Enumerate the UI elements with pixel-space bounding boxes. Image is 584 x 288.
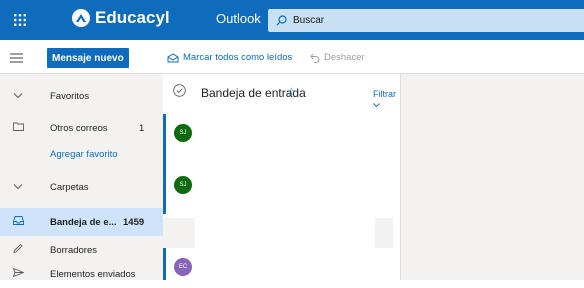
unread-count: 1459 (123, 216, 145, 228)
chevron-down-icon (13, 91, 23, 102)
star-icon[interactable]: ☆ (286, 85, 297, 99)
add-favorite-link[interactable]: Agregar favorito (0, 140, 163, 168)
folder-label: Bandeja de e... (50, 216, 117, 228)
folder-pane: Favoritos Otros correos 1 Agregar favori… (0, 74, 163, 280)
search-icon (276, 15, 287, 26)
folder-label: Borradores (50, 244, 97, 256)
pencil-icon (13, 243, 23, 257)
unread-indicator (163, 248, 166, 280)
search-input[interactable]: Buscar (293, 15, 324, 26)
folders-label: Carpetas (50, 181, 89, 193)
search-box[interactable]: Buscar (268, 9, 584, 32)
undo-button[interactable]: Deshacer (310, 52, 365, 63)
undo-icon (310, 53, 320, 63)
new-message-button[interactable]: Mensaje nuevo (47, 48, 129, 68)
folder-icon (13, 122, 24, 134)
message-list-header: Bandeja de entrada ☆ Filtrar (163, 74, 401, 114)
envelope-open-icon (167, 52, 179, 62)
list-item[interactable]: SJ (163, 152, 393, 214)
brand-logo[interactable]: Educacyl (72, 8, 170, 28)
folder-label: Elementos enviados (50, 268, 136, 280)
undo-label: Deshacer (324, 52, 365, 63)
add-favorite-label: Agregar favorito (50, 148, 118, 160)
send-icon (12, 267, 25, 280)
mark-all-read-label: Marcar todos como leídos (183, 52, 293, 63)
filter-button[interactable]: Filtrar (373, 89, 401, 109)
educacyl-logo-icon (72, 9, 90, 27)
hamburger-menu-icon[interactable] (10, 50, 23, 68)
list-item[interactable]: SJ (163, 114, 393, 152)
avatar: EC (174, 258, 192, 276)
avatar: SJ (174, 176, 192, 194)
mark-all-read-button[interactable]: Marcar todos como leídos (167, 52, 292, 63)
folder-inbox[interactable]: Bandeja de e... 1459 (0, 208, 163, 236)
inbox-icon (13, 216, 24, 229)
unread-indicator (163, 152, 166, 214)
folders-header[interactable]: Carpetas (0, 173, 163, 201)
chevron-down-icon (13, 182, 23, 193)
brand-name: Educacyl (95, 8, 170, 27)
reading-pane (401, 74, 584, 280)
list-item[interactable]: EC (163, 248, 393, 280)
avatar: SJ (174, 124, 192, 142)
top-bar: Educacyl Outlook Buscar (0, 0, 584, 40)
favorites-header[interactable]: Favoritos (0, 82, 163, 110)
message-list: Bandeja de entrada ☆ Filtrar SJ SJ EC ▲ (163, 74, 420, 280)
folder-label: Otros correos (50, 122, 108, 134)
favorites-label: Favoritos (50, 90, 90, 102)
unread-count: 1 (139, 122, 145, 134)
command-bar: Mensaje nuevo Marcar todos como leídos D… (0, 40, 584, 74)
chevron-down-icon (373, 103, 380, 108)
app-launcher-icon[interactable] (0, 0, 40, 40)
folder-other-mail[interactable]: Otros correos 1 (0, 114, 163, 142)
app-name[interactable]: Outlook (216, 11, 261, 26)
unread-indicator (163, 114, 166, 152)
folder-sent[interactable]: Elementos enviados (0, 260, 163, 288)
list-filler (195, 218, 375, 248)
select-all-checkbox[interactable] (173, 84, 186, 102)
